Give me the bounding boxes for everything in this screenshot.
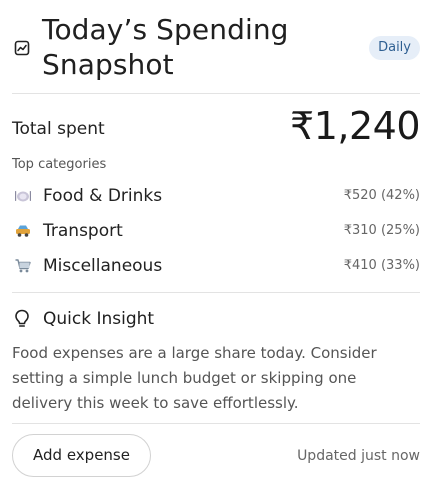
- updated-status: Updated just now: [297, 448, 420, 464]
- period-badge: Daily: [369, 36, 420, 60]
- spending-snapshot-card: Today’s Spending Snapshot Daily Total sp…: [0, 0, 438, 490]
- shopping-cart-icon: [14, 258, 32, 274]
- insight-title: Quick Insight: [43, 309, 155, 329]
- category-name: Transport: [43, 221, 123, 241]
- insight-divider: [12, 423, 420, 424]
- insight-text: Food expenses are a large share today. C…: [12, 344, 377, 412]
- category-name: Miscellaneous: [43, 256, 163, 276]
- card-title: Today’s Spending Snapshot: [42, 13, 289, 81]
- plate-icon: [14, 188, 32, 204]
- chart-line-icon: [14, 40, 30, 56]
- category-amount: ₹520 (42%): [343, 188, 420, 203]
- total-spent-value: ₹1,240: [290, 104, 420, 148]
- card-header: Today’s Spending Snapshot Daily: [12, 12, 420, 86]
- total-spent-label: Total spent: [12, 119, 105, 139]
- car-icon: [14, 223, 32, 239]
- add-expense-button[interactable]: Add expense: [12, 434, 151, 477]
- category-amount: ₹410 (33%): [343, 258, 420, 273]
- category-row-misc: Miscellaneous ₹410 (33%): [12, 253, 420, 279]
- lightbulb-icon: [14, 309, 30, 329]
- category-name: Food & Drinks: [43, 186, 163, 206]
- top-categories-label: Top categories: [12, 157, 107, 172]
- category-row-transport: Transport ₹310 (25%): [12, 218, 420, 244]
- category-amount: ₹310 (25%): [343, 223, 420, 238]
- category-row-food: Food & Drinks ₹520 (42%): [12, 183, 420, 209]
- header-divider: [12, 93, 420, 94]
- categories-divider: [12, 292, 420, 293]
